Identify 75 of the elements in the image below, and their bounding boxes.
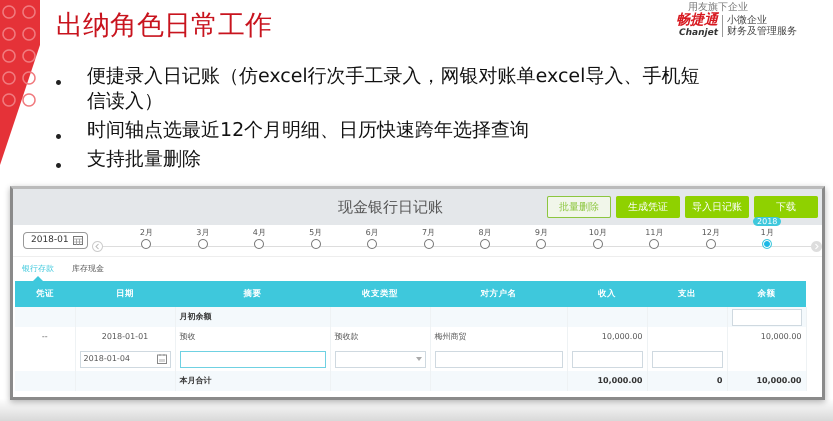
tab[interactable]: 库存现金 xyxy=(72,257,104,281)
action-button[interactable]: 生成凭证 xyxy=(616,196,680,218)
timeline-node[interactable] xyxy=(141,238,152,248)
timeline-node[interactable] xyxy=(536,238,546,248)
tab[interactable]: 银行存款 xyxy=(22,257,54,281)
timeline-node[interactable] xyxy=(310,238,321,248)
payee-input-field[interactable] xyxy=(434,350,562,368)
column-header: 支出 xyxy=(647,281,727,307)
balance-input-field[interactable] xyxy=(732,308,802,326)
expense-input-field[interactable] xyxy=(652,350,722,368)
logo-tagline: 用友旗下企业 xyxy=(688,2,748,13)
bullet-icon xyxy=(56,134,61,139)
column-header: 对方户名 xyxy=(430,281,567,307)
bullet-text: 支持批量删除 xyxy=(87,147,202,172)
calendar-icon xyxy=(156,354,166,364)
month-label: 9月 xyxy=(534,228,548,238)
table-cell: -- xyxy=(15,327,75,347)
column-header: 摘要 xyxy=(175,281,330,307)
total-cell: 0 xyxy=(647,371,727,391)
table-cell: 10,000.00 xyxy=(727,327,806,347)
bullet-text: 便捷录入日记账（仿excel行次手工录入，网银对账单excel导入、手机短信读入） xyxy=(87,64,700,114)
date-input-field[interactable]: 2018-01-04 xyxy=(80,350,170,368)
column-header: 收支类型 xyxy=(330,281,430,307)
timeline-node[interactable] xyxy=(254,238,264,248)
period-picker[interactable]: 2018-01 xyxy=(23,232,88,249)
table-cell: 梅州商贸 xyxy=(430,327,567,347)
month-label: 11月 xyxy=(645,228,664,238)
bullet-icon xyxy=(56,80,61,85)
page-title: 现金银行日记账 xyxy=(337,196,444,218)
summary-input-field[interactable] xyxy=(180,350,326,368)
bullet-icon xyxy=(56,162,61,168)
table-cell: 2018-01-01 xyxy=(75,327,175,347)
calendar-icon xyxy=(72,236,83,245)
column-header: 余额 xyxy=(727,281,806,307)
month-label: 7月 xyxy=(422,228,436,238)
caret-icon xyxy=(416,357,422,361)
timeline-node[interactable] xyxy=(706,238,716,248)
slide-title: 出纳角色日常工作 xyxy=(56,9,272,43)
bullet-text: 时间轴点选最近12个月明细、日历快速跨年选择查询 xyxy=(87,118,530,143)
month-label: 6月 xyxy=(366,228,379,238)
timeline-node[interactable] xyxy=(480,238,490,248)
type-select-field[interactable] xyxy=(334,350,426,368)
month-label: 10月 xyxy=(588,228,607,238)
action-button[interactable]: 批量删除 xyxy=(547,196,611,218)
total-cell: 10,000.00 xyxy=(727,371,806,391)
action-button[interactable]: 下载 xyxy=(754,196,818,218)
month-label: 4月 xyxy=(252,228,266,238)
timeline-node[interactable] xyxy=(198,238,208,248)
month-label: 5月 xyxy=(309,228,322,238)
month-label: 8月 xyxy=(478,228,492,238)
timeline-node[interactable] xyxy=(424,238,434,248)
timeline-node[interactable] xyxy=(649,238,660,248)
row-label: 月初余额 xyxy=(175,307,330,327)
period-value: 2018-01 xyxy=(31,234,69,247)
brand-latin-name: Chanjet xyxy=(679,28,718,38)
timeline-node[interactable] xyxy=(592,238,603,248)
table-cell: 10,000.00 xyxy=(567,327,647,347)
month-label: 2月 xyxy=(140,228,153,238)
brand-logo: 畅捷通 xyxy=(676,13,718,28)
date-value: 2018-01-04 xyxy=(84,353,130,365)
column-header: 收入 xyxy=(567,281,647,307)
timeline-node[interactable] xyxy=(762,238,772,248)
month-label: 1月 xyxy=(760,228,774,238)
month-label: 12月 xyxy=(702,228,720,238)
column-header: 凭证 xyxy=(15,281,75,307)
total-cell: 10,000.00 xyxy=(567,371,647,391)
income-input-field[interactable] xyxy=(572,350,642,368)
table-cell: 预收款 xyxy=(330,327,430,347)
timeline-node[interactable] xyxy=(367,238,378,248)
column-header: 日期 xyxy=(75,281,175,307)
action-button[interactable]: 导入日记账 xyxy=(685,196,749,218)
table-cell: 预收 xyxy=(175,327,330,347)
month-label: 3月 xyxy=(196,228,210,238)
logo-slogan: 小微企业 财务及管理服务 xyxy=(722,14,797,36)
row-label: 本月合计 xyxy=(175,371,330,391)
